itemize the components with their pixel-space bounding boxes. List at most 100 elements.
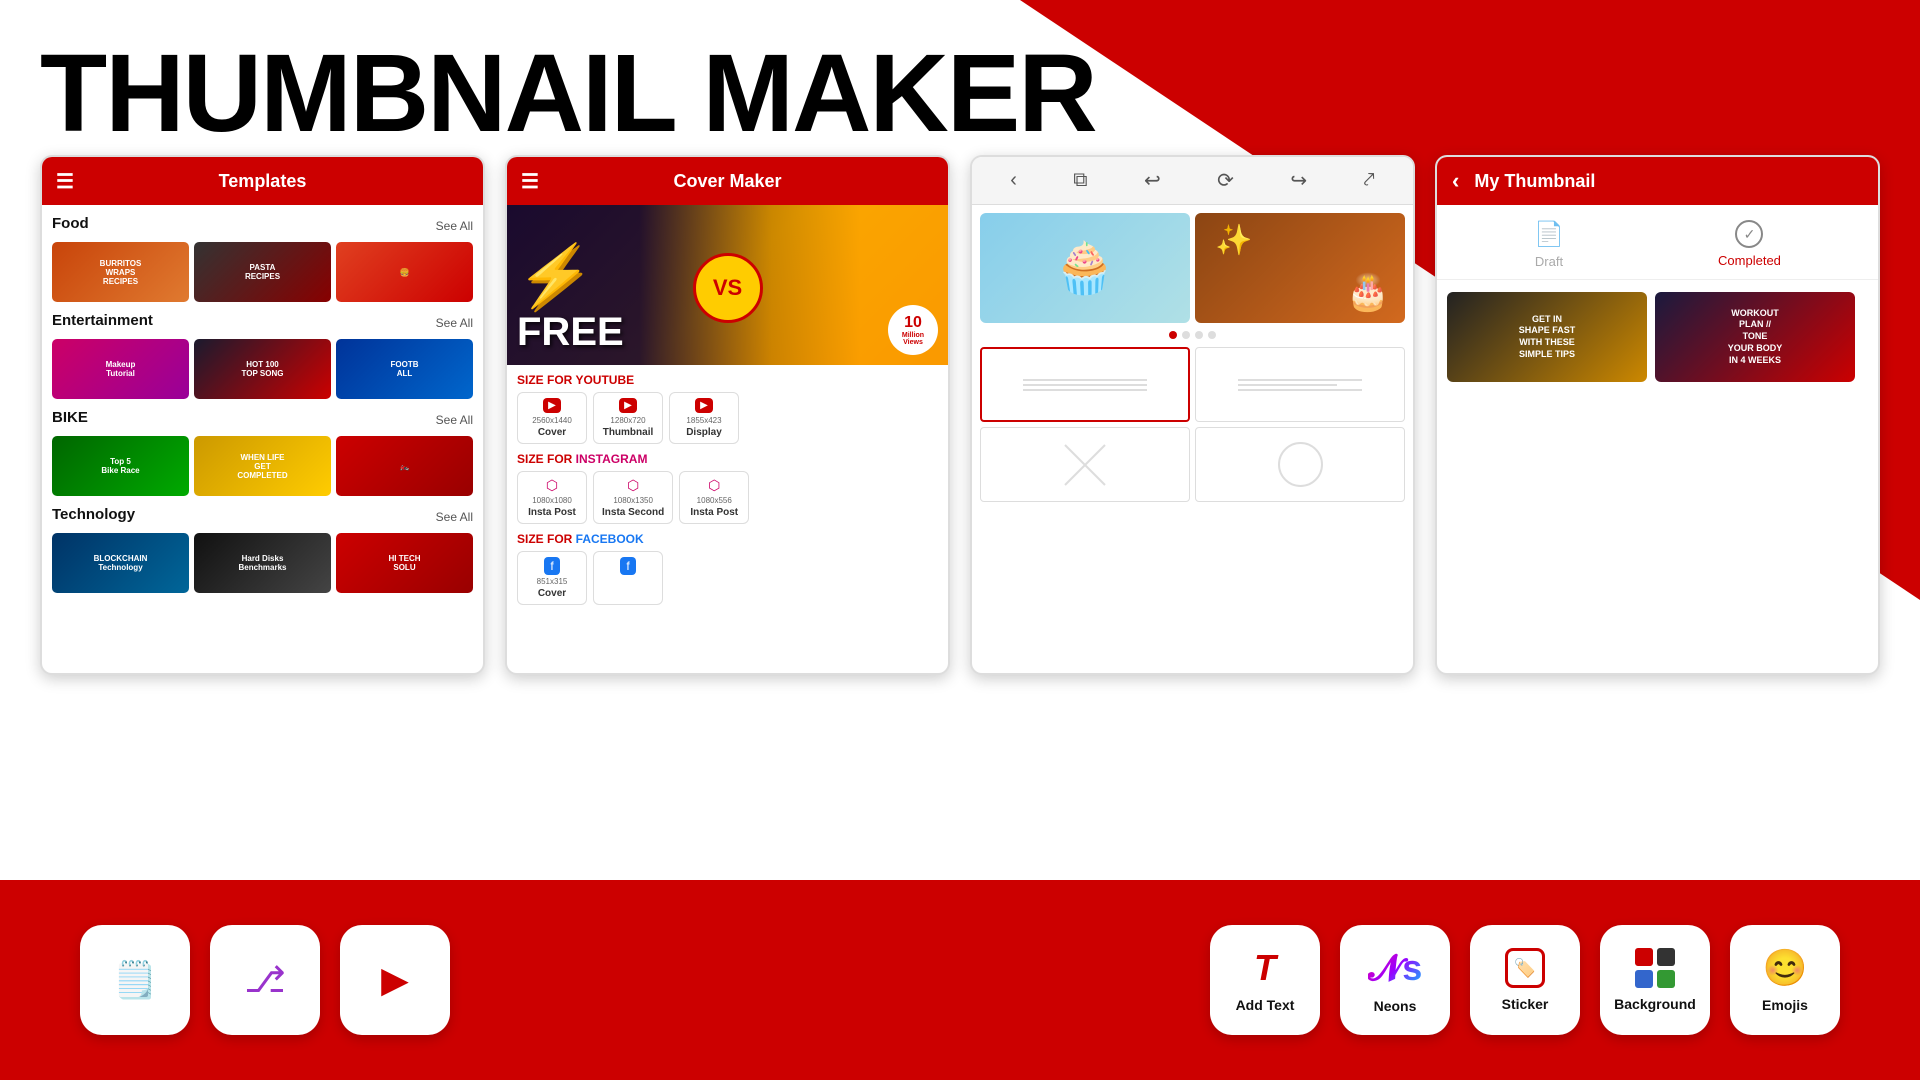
background-icon <box>1635 948 1675 988</box>
food-thumbnails: BURRITOSWRAPSRECIPES PASTARECIPES 🍔 <box>52 242 473 302</box>
sticker-button[interactable]: 🏷️ Sticker <box>1470 925 1580 1035</box>
fb-icon-2: f <box>620 557 635 575</box>
photo-grid-top: 🧁 ✨ 🎂 <box>980 213 1405 323</box>
tech-thumb-3[interactable]: HI TECHSOLU <box>336 533 473 593</box>
yt-icon-thumb: ▶ <box>619 398 637 413</box>
save-button[interactable]: 🗒️ <box>80 925 190 1035</box>
completed-label: Completed <box>1718 253 1781 268</box>
cover-menu-icon[interactable]: ☰ <box>521 169 539 194</box>
main-title: THUMBNAIL MAKER <box>40 30 1096 157</box>
photo-candle: ✨ 🎂 <box>1195 213 1405 323</box>
dot-1[interactable] <box>1169 331 1177 339</box>
export-icon[interactable]: ⤤ <box>1363 169 1374 192</box>
completed-thumbnails: GET INSHAPE FASTWITH THESESIMPLE TIPS WO… <box>1437 280 1878 394</box>
layers-icon[interactable]: ⧉ <box>1073 169 1087 192</box>
background-button[interactable]: Background <box>1600 925 1710 1035</box>
completed-thumb-2[interactable]: WORKOUTPLAN //TONEYOUR BODYIN 4 WEEKS <box>1655 292 1855 382</box>
menu-icon[interactable]: ☰ <box>56 169 74 194</box>
dot-2[interactable] <box>1182 331 1190 339</box>
tech-thumb-1[interactable]: BLOCKCHAINTechnology <box>52 533 189 593</box>
layout-item-1[interactable] <box>980 347 1190 422</box>
completed-thumb-1[interactable]: GET INSHAPE FASTWITH THESESIMPLE TIPS <box>1447 292 1647 382</box>
youtube-size-buttons: ▶ 2560x1440 Cover ▶ 1280x720 Thumbnail ▶… <box>517 392 938 444</box>
draft-label: Draft <box>1535 254 1563 269</box>
bike-thumb-1[interactable]: Top 5Bike Race <box>52 436 189 496</box>
sticker-icon: 🏷️ <box>1505 948 1545 988</box>
layout-item-2[interactable] <box>1195 347 1405 422</box>
add-text-label: Add Text <box>1236 997 1295 1013</box>
youtube-display-btn[interactable]: ▶ 1855x423 Display <box>669 392 739 444</box>
dot-3[interactable] <box>1195 331 1203 339</box>
technology-see-all[interactable]: See All <box>436 510 473 524</box>
emojis-button[interactable]: 😊 Emojis <box>1730 925 1840 1035</box>
my-thumbnail-tabs: 📄 Draft ✓ Completed <box>1437 205 1878 280</box>
ent-thumb-1[interactable]: MakeupTutorial <box>52 339 189 399</box>
bike-thumbnails: Top 5Bike Race WHEN LIFEGETCOMPLETED 🏍️ <box>52 436 473 496</box>
bike-thumb-3[interactable]: 🏍️ <box>336 436 473 496</box>
ig-post2-btn[interactable]: ⬡ 1080x556 Insta Post <box>679 471 749 524</box>
food-thumb-2[interactable]: PASTARECIPES <box>194 242 331 302</box>
food-title: Food <box>52 215 89 232</box>
completed-tab[interactable]: ✓ Completed <box>1718 220 1781 269</box>
food-thumb-1[interactable]: BURRITOSWRAPSRECIPES <box>52 242 189 302</box>
my-thumbnail-header: ‹ My Thumbnail <box>1437 157 1878 205</box>
ent-thumb-3[interactable]: FOOTBALL <box>336 339 473 399</box>
add-text-button[interactable]: T Add Text <box>1210 925 1320 1035</box>
ent-thumb-2[interactable]: HOT 100TOP SONG <box>194 339 331 399</box>
ig-second-name: Insta Second <box>602 507 664 518</box>
background-label: Background <box>1614 996 1696 1012</box>
history-icon[interactable]: ⟳ <box>1217 168 1234 193</box>
youtube-sizes: SIZE FOR YOUTUBE ▶ 2560x1440 Cover ▶ 128… <box>507 365 948 621</box>
photo-cupcake: 🧁 <box>980 213 1190 323</box>
bike-see-all[interactable]: See All <box>436 413 473 427</box>
cover-maker-header: ☰ Cover Maker <box>507 157 948 205</box>
emojis-label: Emojis <box>1762 997 1808 1013</box>
yt-icon-display: ▶ <box>695 398 713 413</box>
bike-category-row: BIKE See All <box>52 409 473 431</box>
youtube-thumbnail-btn[interactable]: ▶ 1280x720 Thumbnail <box>593 392 663 444</box>
emojis-icon: 😊 <box>1763 947 1808 989</box>
ig-icon-3: ⬡ <box>708 477 720 494</box>
youtube-button[interactable]: ▶ <box>340 925 450 1035</box>
layout-grid <box>980 347 1405 502</box>
sticker-label: Sticker <box>1502 996 1549 1012</box>
fb-page-btn[interactable]: f <box>593 551 663 605</box>
ig-post-name: Insta Post <box>528 507 576 518</box>
screens-container: ☰ Templates Food See All BURRITOSWRAPSRE… <box>40 155 1880 675</box>
ig-post-btn[interactable]: ⬡ 1080x1080 Insta Post <box>517 471 587 524</box>
layout-item-4[interactable] <box>1195 427 1405 502</box>
my-thumbnail-back[interactable]: ‹ <box>1452 168 1459 194</box>
ig-second-btn[interactable]: ⬡ 1080x1350 Insta Second <box>593 471 673 524</box>
instagram-size-label: SIZE FOR INSTAGRAM <box>517 452 938 466</box>
redo-icon[interactable]: ↪ <box>1290 168 1307 193</box>
thumbnail-size-num: 1280x720 <box>610 416 645 425</box>
bike-title: BIKE <box>52 409 88 426</box>
neons-label: Neons <box>1374 998 1417 1014</box>
undo-icon[interactable]: ↩ <box>1144 168 1161 193</box>
fb-cover-size: 851x315 <box>537 577 568 586</box>
technology-category-row: Technology See All <box>52 506 473 528</box>
fb-cover-btn[interactable]: f 851x315 Cover <box>517 551 587 605</box>
youtube-label-text: SIZE FOR <box>517 373 575 387</box>
entertainment-thumbnails: MakeupTutorial HOT 100TOP SONG FOOTBALL <box>52 339 473 399</box>
views-badge: 10 Million Views <box>888 305 938 355</box>
back-icon[interactable]: ‹ <box>1010 169 1017 192</box>
tech-thumb-2[interactable]: Hard DisksBenchmarks <box>194 533 331 593</box>
food-see-all[interactable]: See All <box>436 219 473 233</box>
layout-item-3[interactable] <box>980 427 1190 502</box>
fb-cover-name: Cover <box>538 588 566 599</box>
screen-cover-maker: ☰ Cover Maker ⚡ VS FREE 10 Million Views… <box>505 155 950 675</box>
draft-tab[interactable]: 📄 Draft <box>1534 220 1564 269</box>
youtube-cover-btn[interactable]: ▶ 2560x1440 Cover <box>517 392 587 444</box>
bike-thumb-2[interactable]: WHEN LIFEGETCOMPLETED <box>194 436 331 496</box>
dot-4[interactable] <box>1208 331 1216 339</box>
templates-header: ☰ Templates <box>42 157 483 205</box>
food-thumb-3[interactable]: 🍔 <box>336 242 473 302</box>
neons-button[interactable]: 𝓝s Neons <box>1340 925 1450 1035</box>
entertainment-see-all[interactable]: See All <box>436 316 473 330</box>
share-button[interactable]: ⎇ <box>210 925 320 1035</box>
my-thumbnail-title: My Thumbnail <box>1474 171 1595 192</box>
cover-size-num: 2560x1440 <box>532 416 572 425</box>
fb-brand: FACEBOOK <box>576 532 644 546</box>
fb-label-text: SIZE FOR <box>517 532 576 546</box>
